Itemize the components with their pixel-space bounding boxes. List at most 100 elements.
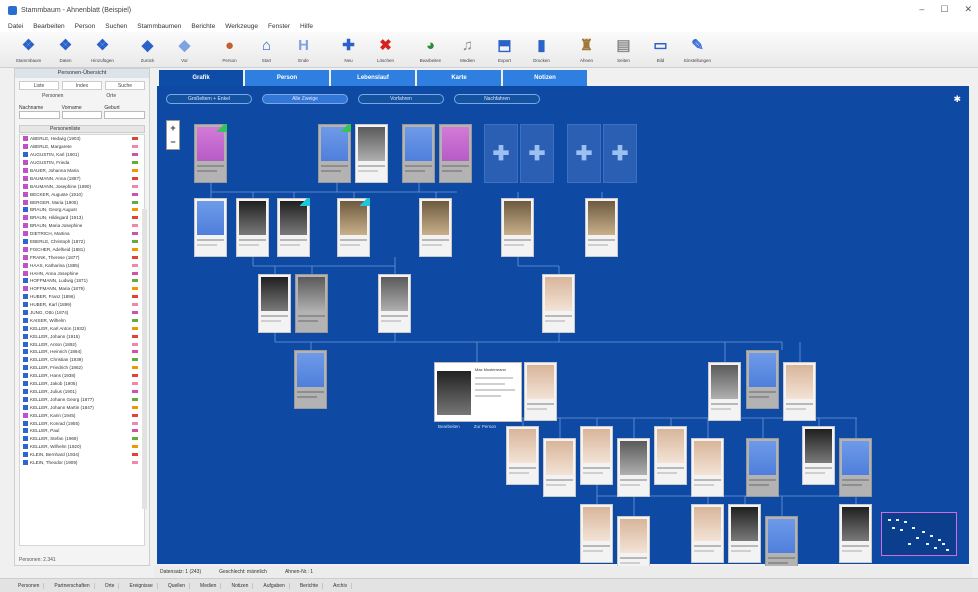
view-tab-2[interactable]: Lebenslauf (331, 70, 415, 86)
tree-mode-tab-2[interactable]: Vorfahren (358, 94, 444, 104)
list-item[interactable]: BAUMANN, Josephine (1890) (20, 182, 144, 190)
person-card[interactable] (294, 350, 327, 409)
panel-tab-0[interactable]: Liste (19, 81, 59, 90)
person-card[interactable] (691, 438, 724, 497)
menu-item-1[interactable]: Bearbeiten (33, 23, 64, 30)
person-card[interactable] (708, 362, 741, 421)
bottom-tab-5[interactable]: Medien (196, 582, 222, 589)
toolbar-button-15[interactable]: ▤ Seiten (605, 32, 642, 68)
person-list[interactable]: ABERLE, Hedwig (1903) ABERLE, Margarete AU… (19, 134, 145, 546)
list-item[interactable]: KELLER, Johann Georg (1877) (20, 395, 144, 403)
person-card[interactable] (194, 198, 227, 257)
person-card[interactable] (236, 198, 269, 257)
family-tree-canvas[interactable]: Großeltern + Enkel Alle Zweige Vorfahren Na… (157, 86, 969, 575)
list-item[interactable]: KELLER, Wilhelm (1920) (20, 443, 144, 451)
search-input-1[interactable] (61, 111, 103, 119)
bottom-tab-6[interactable]: Notizen (227, 582, 254, 589)
person-card[interactable] (839, 438, 872, 497)
person-card[interactable] (746, 350, 779, 409)
menu-item-5[interactable]: Berichte (191, 23, 215, 30)
toolbar-button-11[interactable]: ♫ Medien (449, 32, 486, 68)
list-item[interactable]: FISCHER, Adelheid (1881) (20, 245, 144, 253)
tree-minimap[interactable] (881, 512, 957, 556)
view-tab-4[interactable]: Notizen (503, 70, 587, 86)
person-card[interactable] (277, 198, 310, 257)
menu-item-2[interactable]: Person (75, 23, 96, 30)
panel-subtab-0[interactable]: Personen (25, 92, 81, 100)
toolbar-button-8[interactable]: ✚ Neu (330, 32, 367, 68)
toolbar-button-2[interactable]: ❖ Hinzufügen (84, 32, 121, 68)
list-item[interactable]: BRAUN, Georg August (20, 206, 144, 214)
list-item[interactable]: ABERLE, Hedwig (1903) (20, 135, 144, 143)
list-item[interactable]: ABERLE, Margarete (20, 143, 144, 151)
person-card[interactable] (419, 198, 452, 257)
person-card[interactable] (839, 504, 872, 563)
bottom-tab-3[interactable]: Ereignisse (125, 582, 158, 589)
person-card[interactable] (691, 504, 724, 563)
list-item[interactable]: KLEIN, Theodor (1909) (20, 459, 144, 467)
toolbar-button-16[interactable]: ▭ Bild (642, 32, 679, 68)
person-card[interactable] (501, 198, 534, 257)
minimize-icon[interactable]: – (919, 4, 924, 15)
person-card[interactable] (542, 274, 575, 333)
list-item[interactable]: KELLER, Johann (1915) (20, 332, 144, 340)
person-card[interactable] (802, 426, 835, 485)
person-card[interactable] (258, 274, 291, 333)
edit-person-link[interactable]: Bearbeiten (438, 424, 460, 429)
person-card[interactable] (617, 438, 650, 497)
list-item[interactable]: BERGER, Maria (1905) (20, 198, 144, 206)
search-input-2[interactable] (104, 111, 146, 119)
view-tab-3[interactable]: Karte (417, 70, 501, 86)
person-card[interactable] (580, 504, 613, 563)
person-card[interactable] (439, 124, 472, 183)
bottom-tab-0[interactable]: Personen (14, 582, 45, 589)
list-item[interactable]: HAHN, Anna Josephine (20, 269, 144, 277)
list-item[interactable]: KELLER, Paul (20, 427, 144, 435)
bottom-tab-8[interactable]: Berichte (296, 582, 324, 589)
list-item[interactable]: BRAUN, Maria Josephine (20, 222, 144, 230)
bottom-tab-9[interactable]: Archiv (329, 582, 353, 589)
list-item[interactable]: KELLER, Hans (1938) (20, 372, 144, 380)
panel-subtab-1[interactable]: Orte (84, 92, 140, 100)
list-item[interactable]: KELLER, Heinrich (1894) (20, 348, 144, 356)
person-card[interactable] (402, 124, 435, 183)
list-item[interactable]: BAUER, Johanna Maria (20, 167, 144, 175)
list-item[interactable]: JUNG, Otto (1874) (20, 309, 144, 317)
list-item[interactable]: EBERLE, Christoph (1872) (20, 238, 144, 246)
person-card[interactable] (728, 504, 761, 563)
bottom-tab-2[interactable]: Orte (101, 582, 120, 589)
maximize-icon[interactable]: ☐ (940, 4, 948, 15)
list-item[interactable]: KELLER, Karl Anton (1932) (20, 324, 144, 332)
list-item[interactable]: KELLER, Karin (1945) (20, 411, 144, 419)
add-person-placeholder[interactable]: ✚ (567, 124, 601, 183)
toolbar-button-4[interactable]: ◆ Vor (166, 32, 203, 68)
panel-tab-2[interactable]: Suche (105, 81, 145, 90)
zoom-in-button[interactable]: + (170, 123, 175, 133)
menu-item-6[interactable]: Werkzeuge (225, 23, 258, 30)
toolbar-button-13[interactable]: ▮ Drucken (523, 32, 560, 68)
list-item[interactable]: HOFFMANN, Maria (1879) (20, 285, 144, 293)
list-item[interactable]: HUBER, Karl (1899) (20, 301, 144, 309)
person-card[interactable] (318, 124, 351, 183)
list-item[interactable]: KELLER, Jakob (1905) (20, 380, 144, 388)
list-item[interactable]: FRANK, Therese (1877) (20, 253, 144, 261)
tree-mode-tab-0[interactable]: Großeltern + Enkel (166, 94, 252, 104)
person-card[interactable] (295, 274, 328, 333)
toolbar-button-5[interactable]: ● Person (211, 32, 248, 68)
zoom-out-button[interactable]: − (170, 137, 175, 147)
search-input-0[interactable] (19, 111, 60, 119)
toolbar-button-14[interactable]: ♜ Ahnen (568, 32, 605, 68)
person-card[interactable] (746, 438, 779, 497)
list-item[interactable]: HUBER, Franz (1896) (20, 293, 144, 301)
list-item[interactable]: HOFFMANN, Ludwig (1871) (20, 277, 144, 285)
menu-item-4[interactable]: Stammbaumen (137, 23, 181, 30)
add-person-placeholder[interactable]: ✚ (484, 124, 518, 183)
list-item[interactable]: KELLER, Friedrich (1862) (20, 364, 144, 372)
toolbar-button-6[interactable]: ⌂ Start (248, 32, 285, 68)
toolbar-button-7[interactable]: H Ende (285, 32, 322, 68)
list-item[interactable]: KELLER, Christian (1939) (20, 356, 144, 364)
list-item[interactable]: KAISER, Wilhelm (20, 316, 144, 324)
add-person-placeholder[interactable]: ✚ (520, 124, 554, 183)
settings-gear-icon[interactable]: ✱ (953, 94, 961, 105)
toolbar-button-0[interactable]: ❖ Stammbaum (10, 32, 47, 68)
